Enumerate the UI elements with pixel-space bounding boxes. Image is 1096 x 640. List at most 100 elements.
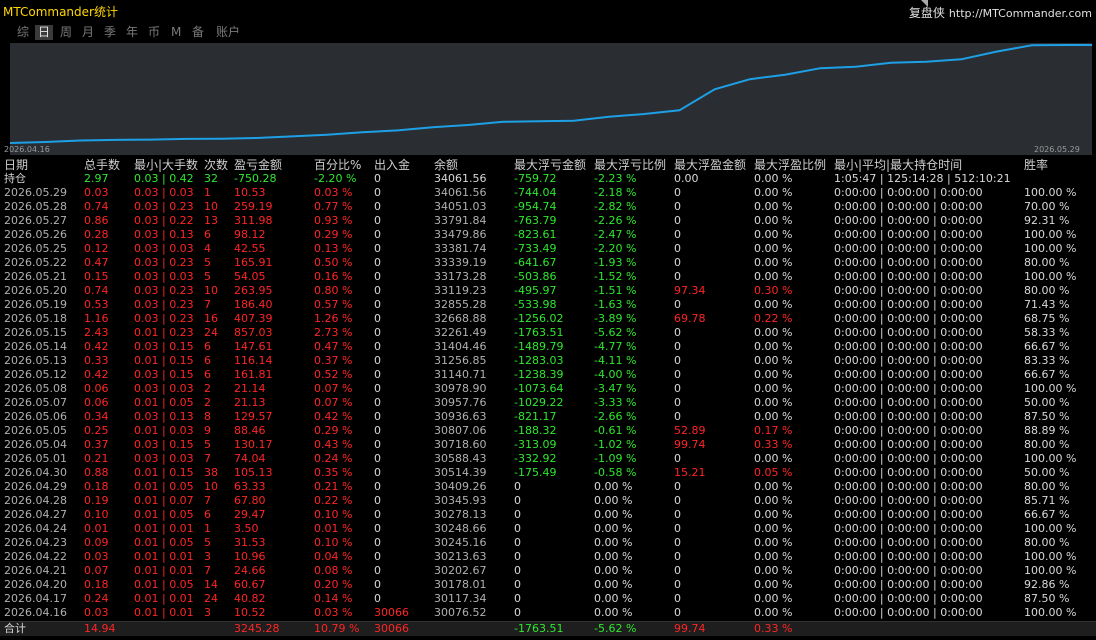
equity-point-21	[749, 78, 751, 80]
table-row-1-col-13: 70.00 %	[1024, 200, 1070, 213]
header-row-col-0: 日期	[4, 158, 29, 172]
header-row-col-7: 余额	[434, 158, 459, 172]
position-row-col-0: 持仓	[4, 172, 26, 185]
table-row-30-col-12: 0:00:00 | 0:00:00 | 0:00:00	[834, 606, 983, 619]
table-row-7-col-3: 10	[204, 284, 218, 297]
table-row-9-col-0: 2026.05.18	[4, 312, 67, 325]
table-row-23-col-10: 0	[674, 508, 681, 521]
table-row-4-col-10: 0	[674, 242, 681, 255]
tab-4[interactable]: 季	[101, 25, 119, 40]
site-link[interactable]: 复盘侠 http://MTCommander.com	[909, 4, 1092, 21]
table-row-9-col-3: 16	[204, 312, 218, 325]
table-row-3-col-13: 100.00 %	[1024, 228, 1077, 241]
table-row-0-col-12: 0:00:00 | 0:00:00 | 0:00:00	[834, 186, 983, 199]
table-row-24-col-6: 0	[374, 522, 381, 535]
table-row-1-col-6: 0	[374, 200, 381, 213]
total-row-col-4: 3245.28	[234, 622, 280, 635]
header-row-col-11: 最大浮盈比例	[754, 158, 827, 172]
tab-9[interactable]: 账户	[213, 25, 243, 40]
table-row-3-col-2: 0.03 | 0.13	[134, 228, 194, 241]
table-row-3-col-10: 0	[674, 228, 681, 241]
table-row-15-col-11: 0.00 %	[754, 396, 793, 409]
table-row-5-col-6: 0	[374, 256, 381, 269]
table-row-6-col-10: 0	[674, 270, 681, 283]
equity-point-15	[537, 120, 540, 123]
table-row-18-col-3: 5	[204, 438, 211, 451]
table-row-5-col-3: 5	[204, 256, 211, 269]
table-row-4-col-0: 2026.05.25	[4, 242, 67, 255]
tab-2[interactable]: 周	[57, 25, 75, 40]
table-row-26-col-5: 0.04 %	[314, 550, 353, 563]
table-row-26-col-10: 0	[674, 550, 681, 563]
table-row-16: 2026.05.06 0.34 0.03 | 0.13 8 129.57 0.42 % 0 3…	[0, 410, 1096, 424]
tab-7[interactable]: M	[168, 25, 184, 40]
table-row-10-col-0: 2026.05.15	[4, 326, 67, 339]
tab-5[interactable]: 年	[123, 25, 141, 40]
table-row-15-col-9: -3.33 %	[594, 396, 637, 409]
tab-0[interactable]: 综	[14, 25, 32, 40]
header-row-col-6: 出入金	[374, 158, 411, 172]
table-row-6-col-9: -1.52 %	[594, 270, 637, 283]
table-row-29-col-8: 0	[514, 592, 521, 605]
tab-1[interactable]: 日	[35, 25, 54, 40]
table-row-3-col-3: 6	[204, 228, 211, 241]
table-row-27-col-6: 0	[374, 564, 381, 577]
table-row-9-col-13: 68.75 %	[1024, 312, 1070, 325]
table-row-2-col-2: 0.03 | 0.22	[134, 214, 194, 227]
tab-8[interactable]: 备	[189, 25, 207, 40]
tab-3[interactable]: 月	[79, 25, 97, 40]
table-row-15-col-12: 0:00:00 | 0:00:00 | 0:00:00	[834, 396, 983, 409]
table-row-25-col-7: 30245.16	[434, 536, 487, 549]
table-row-21-col-0: 2026.04.29	[4, 480, 67, 493]
table-row-13-col-10: 0	[674, 368, 681, 381]
table-row-21-col-11: 0.00 %	[754, 480, 793, 493]
table-row-24-col-9: 0.00 %	[594, 522, 633, 535]
table-row-17-col-12: 0:00:00 | 0:00:00 | 0:00:00	[834, 424, 983, 437]
table-row-20-col-7: 30514.39	[434, 466, 487, 479]
table-row-0-col-2: 0.03 | 0.03	[134, 186, 194, 199]
table-row-5-col-4: 165.91	[234, 256, 273, 269]
table-row-21-col-5: 0.21 %	[314, 480, 353, 493]
table-row-12-col-13: 83.33 %	[1024, 354, 1070, 367]
table-row-27-col-1: 0.07	[84, 564, 109, 577]
table-row-6-col-4: 54.05	[234, 270, 266, 283]
table-row-13-col-12: 0:00:00 | 0:00:00 | 0:00:00	[834, 368, 983, 381]
table-row-9: 2026.05.18 1.16 0.03 | 0.23 16 407.39 1.26 % 0…	[0, 312, 1096, 326]
table-row-11-col-2: 0.03 | 0.15	[134, 340, 194, 353]
table-row-20-col-10: 15.21	[674, 466, 706, 479]
table-row-2: 2026.05.27 0.86 0.03 | 0.22 13 311.98 0.93 % 0…	[0, 214, 1096, 228]
table-row-23-col-1: 0.10	[84, 508, 109, 521]
equity-point-27	[960, 58, 963, 61]
equity-point-3	[114, 139, 117, 141]
position-row-col-6: 0	[374, 172, 381, 185]
equity-point-10	[361, 131, 364, 133]
table-row-4-col-5: 0.13 %	[314, 242, 353, 255]
table-row-7-col-10: 97.34	[674, 284, 706, 297]
table-row-18-col-9: -1.02 %	[594, 438, 637, 451]
table-row-4-col-12: 0:00:00 | 0:00:00 | 0:00:00	[834, 242, 983, 255]
position-row-col-9: -2.23 %	[594, 172, 637, 185]
table-row-18-col-12: 0:00:00 | 0:00:00 | 0:00:00	[834, 438, 983, 451]
table-row-10-col-10: 0	[674, 326, 681, 339]
table-row-1-col-11: 0.00 %	[754, 200, 793, 213]
table-row-16-col-12: 0:00:00 | 0:00:00 | 0:00:00	[834, 410, 983, 423]
table-row-22-col-10: 0	[674, 494, 681, 507]
table-row-7-col-1: 0.74	[84, 284, 109, 297]
table-row-2-col-7: 33791.84	[434, 214, 487, 227]
table-row-25-col-5: 0.10 %	[314, 536, 353, 549]
position-row-col-2: 0.03 | 0.42	[134, 172, 194, 185]
table-row-14-col-11: 0.00 %	[754, 382, 793, 395]
table-row-19-col-11: 0.00 %	[754, 452, 793, 465]
header-row-col-1: 总手数	[84, 158, 121, 172]
table-row-1-col-7: 34051.03	[434, 200, 487, 213]
table-row-28-col-10: 0	[674, 578, 681, 591]
tab-6[interactable]: 币	[145, 25, 163, 40]
table-row-11-col-1: 0.42	[84, 340, 109, 353]
table-row-20-col-2: 0.01 | 0.15	[134, 466, 194, 479]
table-row-26-col-8: 0	[514, 550, 521, 563]
table-row-25-col-2: 0.01 | 0.05	[134, 536, 194, 549]
table-row-27-col-5: 0.08 %	[314, 564, 353, 577]
table-row-19: 2026.05.01 0.21 0.03 | 0.03 7 74.04 0.24 % 0 30…	[0, 452, 1096, 466]
table-row-11-col-12: 0:00:00 | 0:00:00 | 0:00:00	[834, 340, 983, 353]
table-row-27-col-3: 7	[204, 564, 211, 577]
